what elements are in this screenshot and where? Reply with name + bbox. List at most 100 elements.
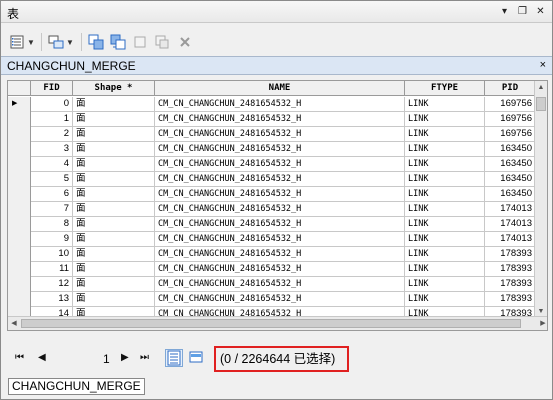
vertical-scroll-thumb[interactable] — [536, 97, 546, 111]
cell-pid[interactable]: 169756 — [485, 97, 536, 112]
cell-fid[interactable]: 6 — [31, 187, 73, 202]
clear-selection-button[interactable] — [132, 32, 148, 52]
cell-pid[interactable]: 178393 — [485, 262, 536, 277]
cell-ftype[interactable]: LINK — [405, 277, 485, 292]
cell-name[interactable]: CM_CN_CHANGCHUN_2481654532_H — [155, 157, 405, 172]
cell-fid[interactable]: 2 — [31, 127, 73, 142]
cell-shape[interactable]: 面 — [73, 157, 155, 172]
cell-ftype[interactable]: LINK — [405, 157, 485, 172]
cell-pid[interactable]: 178393 — [485, 292, 536, 307]
table-tab-title[interactable]: CHANGCHUN_MERGE — [7, 59, 136, 73]
cell-pid[interactable]: 178393 — [485, 277, 536, 292]
table-row[interactable]: 11 面 CM_CN_CHANGCHUN_2481654532_H LINK 17839… — [8, 262, 536, 277]
horizontal-scroll-thumb[interactable] — [21, 319, 521, 328]
cell-shape[interactable]: 面 — [73, 142, 155, 157]
cell-fid[interactable]: 7 — [31, 202, 73, 217]
table-row[interactable]: 12 面 CM_CN_CHANGCHUN_2481654532_H LINK 17839… — [8, 277, 536, 292]
cell-fid[interactable]: 12 — [31, 277, 73, 292]
cell-name[interactable]: CM_CN_CHANGCHUN_2481654532_H — [155, 247, 405, 262]
scroll-right-icon[interactable]: ▶ — [537, 317, 547, 330]
row-selector-cell[interactable] — [8, 217, 31, 232]
cell-pid[interactable]: 163450 — [485, 142, 536, 157]
table-row[interactable]: ▶ 0 面 CM_CN_CHANGCHUN_2481654532_H LINK 16975… — [8, 97, 536, 112]
zoom-to-selected-button[interactable] — [154, 32, 170, 52]
delete-selected-button[interactable] — [177, 32, 193, 52]
cell-name[interactable]: CM_CN_CHANGCHUN_2481654532_H — [155, 172, 405, 187]
cell-name[interactable]: CM_CN_CHANGCHUN_2481654532_H — [155, 232, 405, 247]
cell-ftype[interactable]: LINK — [405, 232, 485, 247]
cell-shape[interactable]: 面 — [73, 97, 155, 112]
table-row[interactable]: 1 面 CM_CN_CHANGCHUN_2481654532_H LINK 169756 — [8, 112, 536, 127]
show-selected-records-button[interactable] — [188, 349, 206, 367]
cell-shape[interactable]: 面 — [73, 262, 155, 277]
current-record-field[interactable]: 1 — [103, 352, 110, 366]
row-selector-cell[interactable] — [8, 127, 31, 142]
cell-ftype[interactable]: LINK — [405, 262, 485, 277]
column-header-shape[interactable]: Shape * — [73, 81, 155, 96]
cell-fid[interactable]: 13 — [31, 292, 73, 307]
column-header-fid[interactable]: FID — [31, 81, 73, 96]
row-selector-cell[interactable] — [8, 292, 31, 307]
row-selector-cell[interactable] — [8, 277, 31, 292]
cell-shape[interactable]: 面 — [73, 232, 155, 247]
scroll-up-icon[interactable]: ▲ — [535, 81, 547, 94]
cell-ftype[interactable]: LINK — [405, 172, 485, 187]
table-row[interactable]: 13 面 CM_CN_CHANGCHUN_2481654532_H LINK 17839… — [8, 292, 536, 307]
cell-fid[interactable]: 8 — [31, 217, 73, 232]
next-record-icon[interactable]: ▶ — [121, 351, 129, 365]
table-row[interactable]: 9 面 CM_CN_CHANGCHUN_2481654532_H LINK 174013 — [8, 232, 536, 247]
table-row[interactable]: 7 面 CM_CN_CHANGCHUN_2481654532_H LINK 174013 — [8, 202, 536, 217]
cell-shape[interactable]: 面 — [73, 112, 155, 127]
cell-name[interactable]: CM_CN_CHANGCHUN_2481654532_H — [155, 142, 405, 157]
cell-pid[interactable]: 163450 — [485, 157, 536, 172]
cell-pid[interactable]: 174013 — [485, 232, 536, 247]
table-row[interactable]: 10 面 CM_CN_CHANGCHUN_2481654532_H LINK 17839… — [8, 247, 536, 262]
cell-pid[interactable]: 178393 — [485, 247, 536, 262]
cell-pid[interactable]: 163450 — [485, 187, 536, 202]
cell-fid[interactable]: 4 — [31, 157, 73, 172]
cell-pid[interactable]: 174013 — [485, 217, 536, 232]
cell-fid[interactable]: 9 — [31, 232, 73, 247]
cell-shape[interactable]: 面 — [73, 217, 155, 232]
cell-fid[interactable]: 3 — [31, 142, 73, 157]
previous-record-icon[interactable]: ◀ — [38, 351, 46, 365]
table-bottom-tab[interactable]: CHANGCHUN_MERGE — [8, 378, 145, 395]
column-header-pid[interactable]: PID — [485, 81, 536, 96]
column-header-ftype[interactable]: FTYPE — [405, 81, 485, 96]
row-selector-cell[interactable] — [8, 157, 31, 172]
attribute-table-grid[interactable]: FID Shape * NAME FTYPE PID ▶ 0 面 CM_CN_CHAN… — [7, 80, 548, 331]
cell-pid[interactable]: 174013 — [485, 202, 536, 217]
cell-shape[interactable]: 面 — [73, 172, 155, 187]
cell-fid[interactable]: 10 — [31, 247, 73, 262]
row-selector-cell[interactable] — [8, 247, 31, 262]
cell-pid[interactable]: 169756 — [485, 112, 536, 127]
cell-name[interactable]: CM_CN_CHANGCHUN_2481654532_H — [155, 97, 405, 112]
scroll-left-icon[interactable]: ◀ — [8, 317, 20, 330]
cell-ftype[interactable]: LINK — [405, 292, 485, 307]
column-header-name[interactable]: NAME — [155, 81, 405, 96]
row-selector-cell[interactable] — [8, 187, 31, 202]
cell-name[interactable]: CM_CN_CHANGCHUN_2481654532_H — [155, 277, 405, 292]
close-icon[interactable]: × — [540, 59, 546, 71]
cell-name[interactable]: CM_CN_CHANGCHUN_2481654532_H — [155, 112, 405, 127]
cell-ftype[interactable]: LINK — [405, 217, 485, 232]
last-record-icon[interactable]: ⏭ — [140, 351, 149, 365]
window-titlebar[interactable]: 表 ▾ ❐ ✕ — [1, 1, 552, 23]
cell-fid[interactable]: 11 — [31, 262, 73, 277]
cell-shape[interactable]: 面 — [73, 202, 155, 217]
cell-pid[interactable]: 163450 — [485, 172, 536, 187]
cell-ftype[interactable]: LINK — [405, 127, 485, 142]
close-icon[interactable]: ✕ — [533, 4, 548, 19]
cell-ftype[interactable]: LINK — [405, 97, 485, 112]
horizontal-scrollbar[interactable]: ◀ ▶ — [8, 316, 547, 330]
row-selector-cell[interactable] — [8, 202, 31, 217]
cell-ftype[interactable]: LINK — [405, 202, 485, 217]
row-selector-cell[interactable] — [8, 232, 31, 247]
cell-name[interactable]: CM_CN_CHANGCHUN_2481654532_H — [155, 187, 405, 202]
related-tables-button[interactable]: ▼ — [48, 32, 74, 52]
cell-ftype[interactable]: LINK — [405, 247, 485, 262]
cell-name[interactable]: CM_CN_CHANGCHUN_2481654532_H — [155, 217, 405, 232]
cell-shape[interactable]: 面 — [73, 292, 155, 307]
dropdown-icon[interactable]: ▾ — [497, 4, 512, 19]
cell-fid[interactable]: 0 — [31, 97, 73, 112]
